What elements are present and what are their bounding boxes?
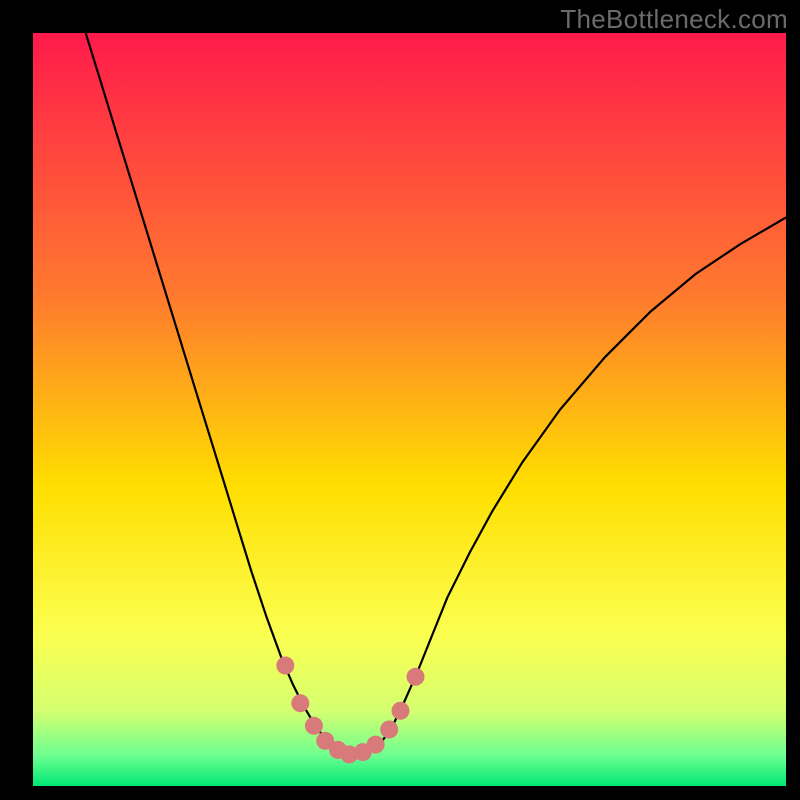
chart-frame: TheBottleneck.com [0,0,800,800]
marker-dot [305,717,323,735]
marker-dot [291,694,309,712]
marker-dot [276,657,294,675]
marker-dot [407,668,425,686]
marker-dot [392,702,410,720]
watermark-text: TheBottleneck.com [560,4,788,35]
marker-dot [367,736,385,754]
marker-dot [380,721,398,739]
bottleneck-chart [33,33,786,786]
